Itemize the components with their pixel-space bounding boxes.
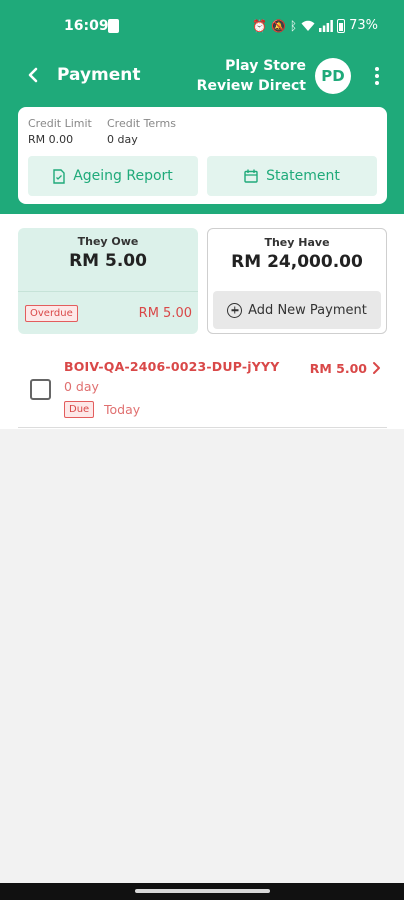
invoice-due-date: Today (104, 402, 141, 417)
system-nav-bar (0, 883, 404, 900)
more-options-icon[interactable] (370, 64, 384, 88)
account-name-line1: Play Store (225, 58, 306, 74)
signal-icon (319, 19, 333, 32)
due-badge: Due (64, 401, 95, 418)
they-owe-title: They Owe (77, 235, 139, 248)
credit-limit-value: RM 0.00 (28, 133, 74, 146)
document-icon (53, 168, 65, 184)
invoice-checkbox[interactable] (30, 379, 51, 400)
header: 16:09 ⏰ 🔕 ᛒ 73% Payment Play Store Revie… (0, 0, 404, 214)
calendar-icon (244, 169, 258, 183)
bluetooth-icon: ᛒ (289, 18, 298, 33)
credit-terms-label: Credit Terms (107, 117, 176, 130)
app-bar: Payment Play Store Review Direct PD (0, 56, 404, 96)
mute-icon: 🔕 (270, 18, 286, 33)
payment-summary: They Owe RM 5.00 Overdue RM 5.00 They Ha… (0, 214, 404, 429)
account-name-line2: Review Direct (196, 78, 306, 94)
ageing-report-label: Ageing Report (73, 168, 173, 184)
battery-icon (337, 18, 346, 33)
home-gesture-handle[interactable] (135, 889, 270, 893)
invoice-row[interactable]: BOIV-QA-2406-0023-DUP-jYYY 0 day Due Tod… (18, 344, 387, 428)
status-bar: 16:09 ⏰ 🔕 ᛒ 73% (0, 16, 404, 40)
alarm-icon: ⏰ (251, 18, 267, 33)
account-name[interactable]: Play Store Review Direct (197, 56, 306, 96)
page-title: Payment (57, 65, 141, 85)
they-owe-amount: RM 5.00 (69, 251, 147, 271)
invoice-number: BOIV-QA-2406-0023-DUP-jYYY (64, 359, 280, 374)
they-have-amount: RM 24,000.00 (231, 252, 363, 272)
they-owe-card: They Owe RM 5.00 Overdue RM 5.00 (18, 228, 198, 334)
add-new-payment-label: Add New Payment (248, 302, 367, 318)
credit-limit-label: Credit Limit (28, 117, 92, 130)
sim-icon (108, 19, 119, 33)
credit-info-card: Credit Limit RM 0.00 Credit Terms 0 day … (18, 107, 387, 204)
wifi-icon (301, 20, 315, 31)
statement-button[interactable]: Statement (207, 156, 377, 196)
divider (18, 291, 198, 292)
invoice-amount: RM 5.00 (309, 361, 367, 376)
statement-label: Statement (266, 168, 340, 184)
avatar[interactable]: PD (315, 58, 351, 94)
they-have-title: They Have (264, 236, 330, 249)
add-new-payment-button[interactable]: Add New Payment (213, 291, 381, 329)
invoice-age: 0 day (64, 379, 99, 394)
add-circle-icon (227, 302, 243, 318)
overdue-amount: RM 5.00 (138, 306, 192, 321)
they-have-card: They Have RM 24,000.00 Add New Payment (207, 228, 387, 334)
ageing-report-button[interactable]: Ageing Report (28, 156, 198, 196)
status-icons: ⏰ 🔕 ᛒ 73% (252, 18, 378, 33)
battery-level: 73% (349, 18, 378, 33)
credit-terms-value: 0 day (107, 133, 138, 146)
overdue-badge: Overdue (25, 305, 78, 322)
status-time: 16:09 (64, 18, 109, 34)
back-arrow-icon[interactable] (22, 62, 44, 88)
chevron-right-icon (373, 362, 380, 374)
